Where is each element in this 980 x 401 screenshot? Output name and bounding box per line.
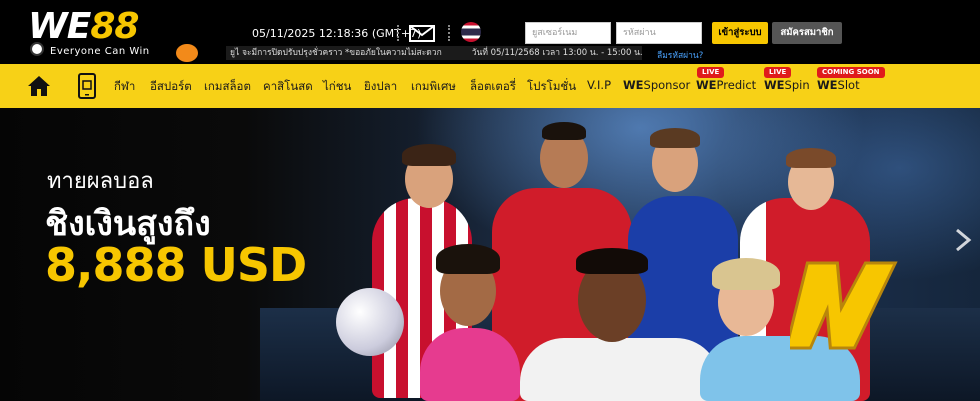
- football-image: [336, 288, 404, 356]
- logo-tagline: Everyone Can Win: [50, 46, 150, 57]
- server-datetime: 05/11/2025 12:18:36 (GMT+7): [252, 27, 422, 40]
- hero-banner[interactable]: ทายผลบอล ชิงเงินสูงถึง 8,888 USD: [0, 108, 980, 401]
- forgot-password-link[interactable]: ลืมรหัสผ่าน?: [657, 48, 703, 62]
- register-button[interactable]: สมัครสมาชิก: [772, 22, 842, 44]
- player-figure: [420, 328, 520, 401]
- we88-logo[interactable]: WE88 Everyone Can Win: [28, 6, 198, 62]
- nav-item-wesponsor[interactable]: WESponsor: [623, 78, 690, 92]
- nav-item-live-casino[interactable]: คาสิโนสด: [263, 78, 313, 96]
- top-header: WE88 Everyone Can Win 05/11/2025 12:18:3…: [0, 0, 980, 64]
- player-hair: [402, 144, 456, 166]
- player-hair: [712, 258, 780, 290]
- player-hair: [650, 128, 700, 148]
- nav-item-wepredict[interactable]: WEPredict: [696, 78, 756, 92]
- mail-icon[interactable]: [409, 25, 435, 42]
- mobile-app-icon[interactable]: [77, 73, 97, 99]
- home-icon[interactable]: [27, 74, 51, 98]
- password-input[interactable]: รหัสผ่าน: [616, 22, 702, 44]
- thai-flag-icon[interactable]: [461, 22, 481, 42]
- banner-prize: 8,888 USD: [45, 238, 307, 292]
- nav-item-fishing[interactable]: ยิงปลา: [364, 78, 397, 96]
- nav-item-promotion[interactable]: โปรโมชั่น: [527, 78, 576, 96]
- username-input[interactable]: ยูสเซอร์เนม: [525, 22, 611, 44]
- player-figure: [520, 338, 720, 401]
- live-badge: LIVE: [697, 67, 725, 78]
- divider: [448, 25, 450, 41]
- nav-item-wespin[interactable]: WESpin: [764, 78, 810, 92]
- banner-subtitle: ทายผลบอล: [47, 169, 154, 194]
- coming-soon-badge: COMING SOON: [817, 67, 885, 78]
- football-icon: [30, 42, 44, 56]
- nav-item-sports[interactable]: กีฬา: [114, 78, 135, 96]
- login-button[interactable]: เข้าสู่ระบบ: [712, 22, 768, 44]
- nav-item-cockfight[interactable]: ไก่ชน: [323, 78, 351, 96]
- pumpkin-icon: [176, 44, 198, 62]
- nav-item-special-games[interactable]: เกมพิเศษ: [411, 78, 456, 96]
- divider: [397, 25, 399, 41]
- announcement-marquee: ยูไ จะมีการปิดปรับปรุงชั่วคราว *ขออภัยใน…: [226, 46, 642, 60]
- nav-item-slots[interactable]: เกมสล็อต: [204, 78, 251, 96]
- player-hair: [786, 148, 836, 168]
- gold-w-emblem: [790, 261, 898, 350]
- live-badge: LIVE: [764, 67, 792, 78]
- player-hair: [436, 244, 500, 274]
- nav-item-lottery[interactable]: ล็อตเตอรี่: [470, 78, 516, 96]
- chevron-right-icon[interactable]: [953, 228, 973, 252]
- nav-item-weslot[interactable]: WESlot: [817, 78, 860, 92]
- nav-item-esports[interactable]: อีสปอร์ต: [150, 78, 192, 96]
- player-hair: [576, 248, 648, 274]
- player-hair: [542, 122, 586, 140]
- nav-item-vip[interactable]: V.I.P: [587, 78, 611, 92]
- logo-wordmark: WE88: [28, 6, 139, 47]
- main-nav: กีฬา อีสปอร์ต เกมสล็อต คาสิโนสด ไก่ชน ยิ…: [0, 64, 980, 108]
